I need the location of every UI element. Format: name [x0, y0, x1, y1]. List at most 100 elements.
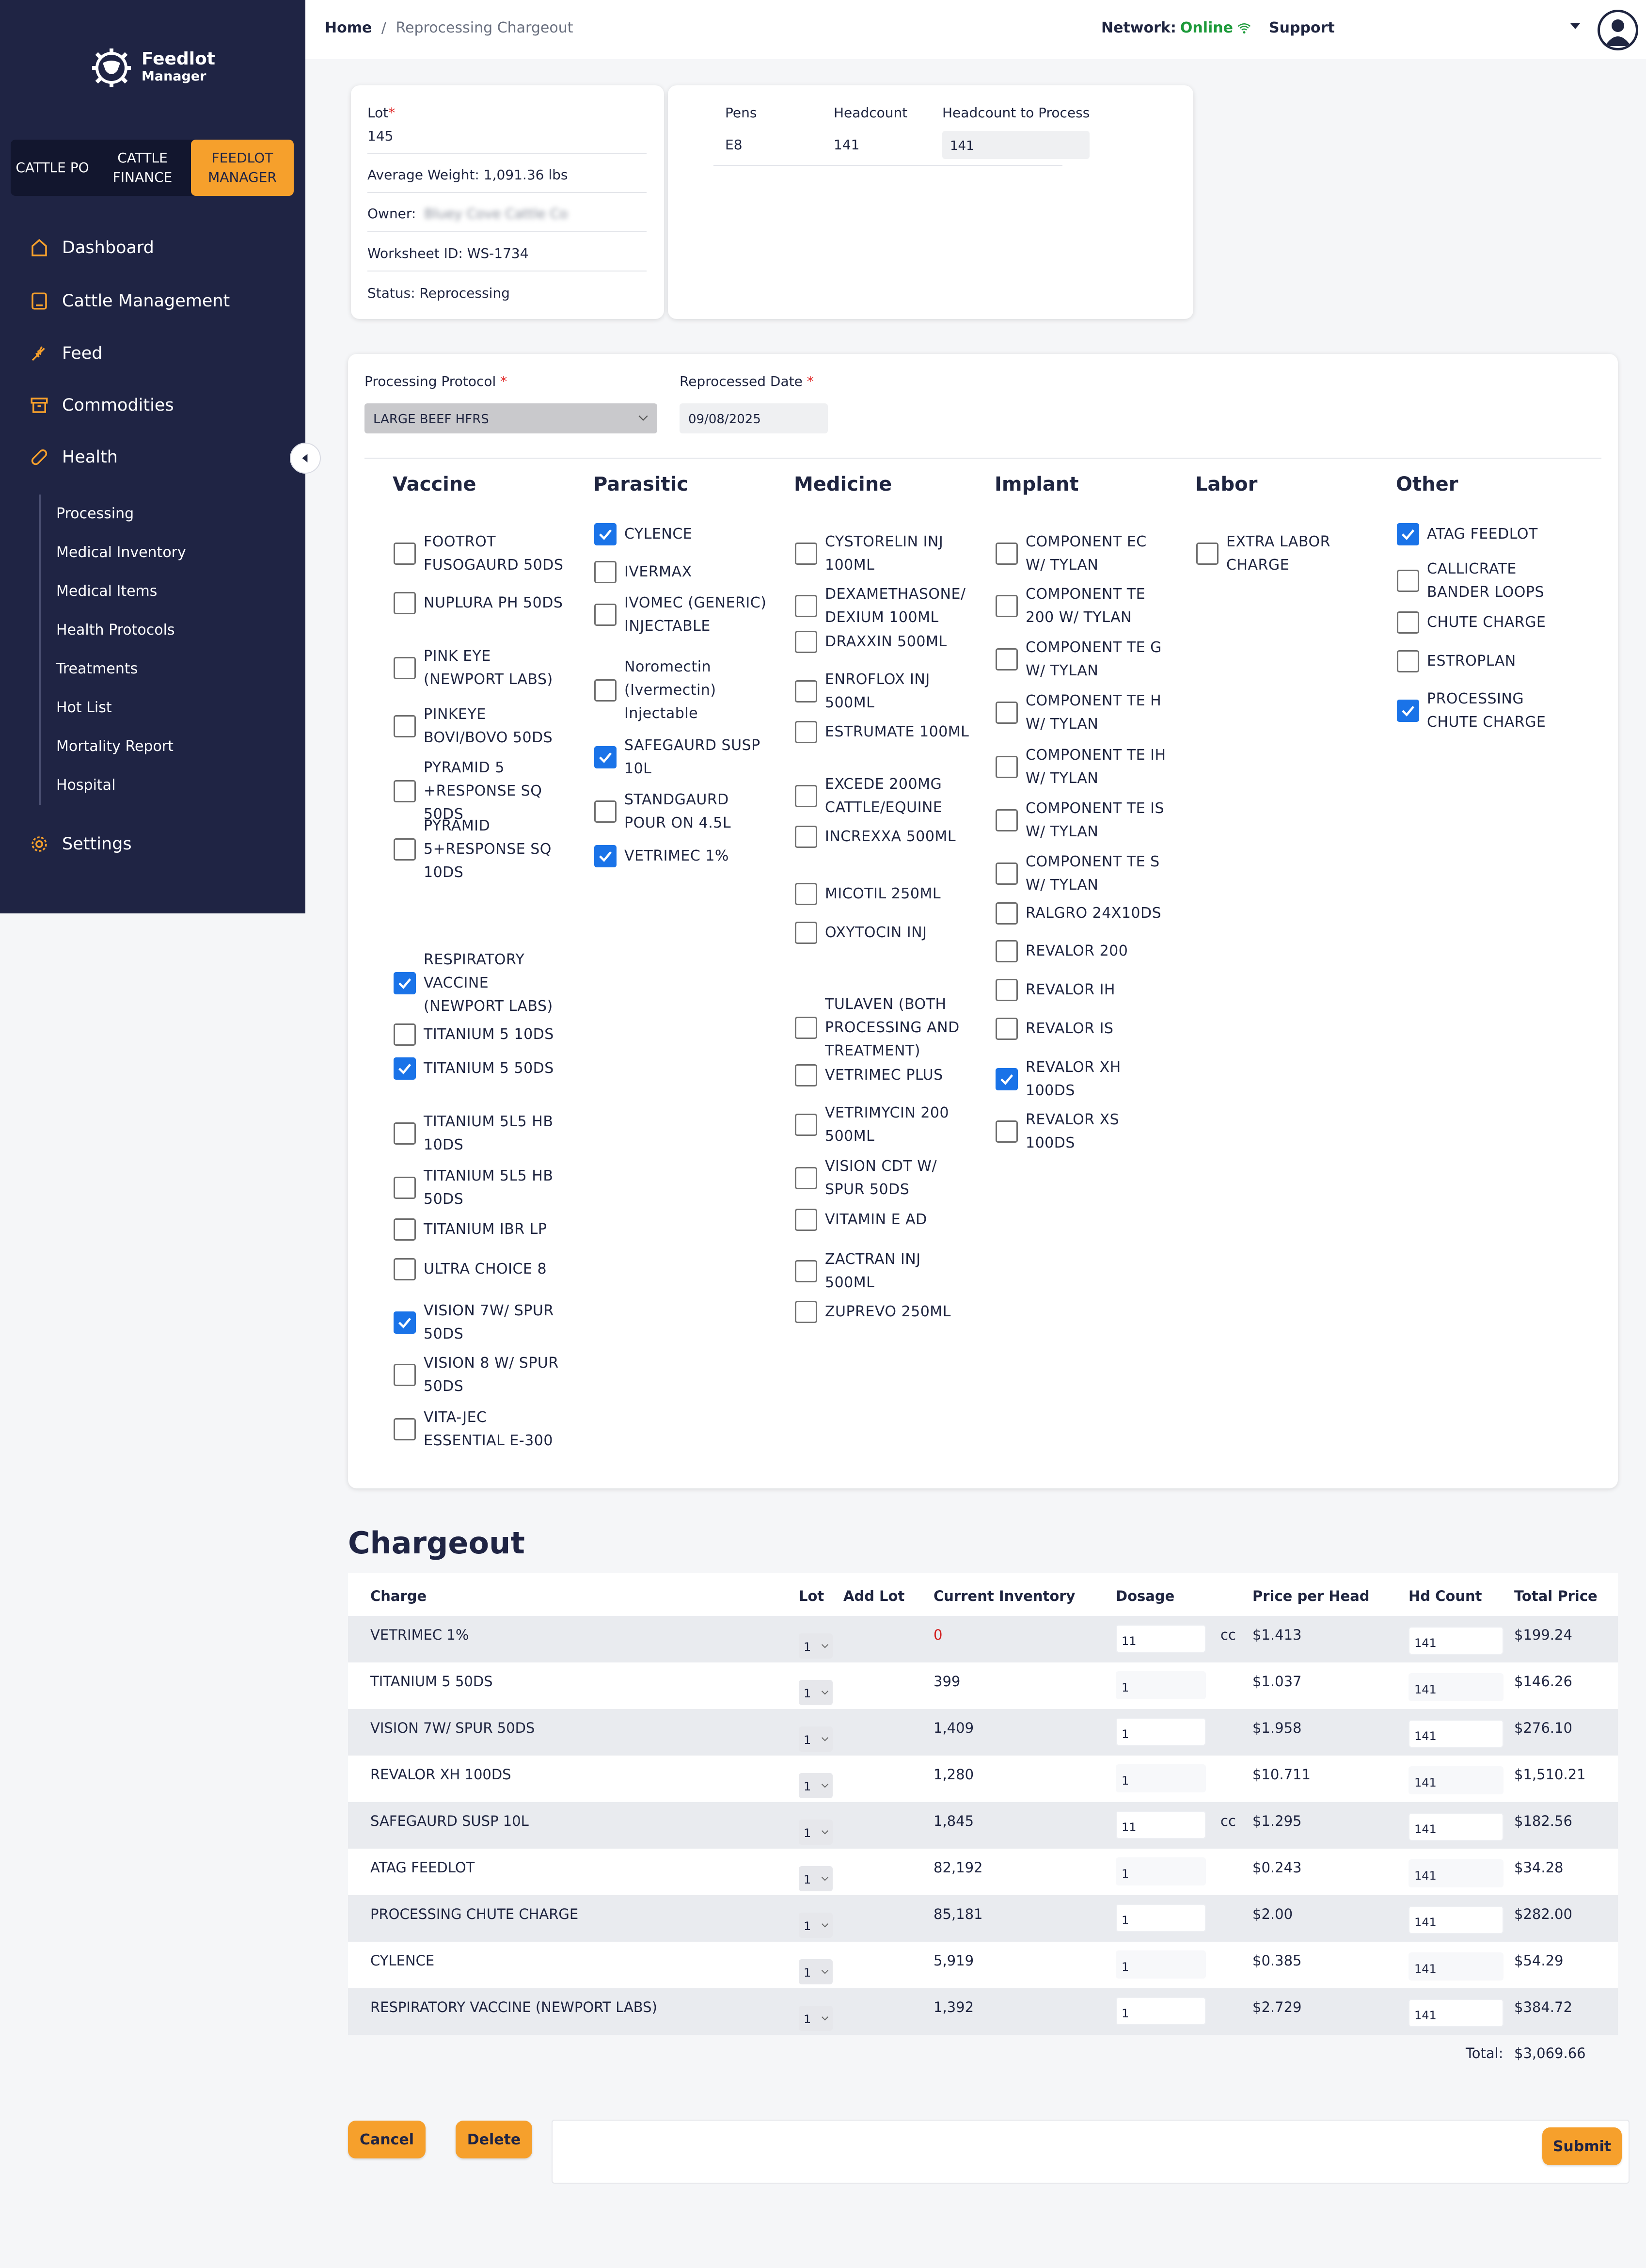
checkbox-unchecked[interactable] — [795, 1114, 817, 1136]
checkbox-option-vaccine[interactable]: TITANIUM IBR LP — [394, 1218, 573, 1241]
checkbox-unchecked[interactable] — [795, 922, 817, 944]
checkbox-unchecked[interactable] — [996, 648, 1018, 671]
checkbox-unchecked[interactable] — [394, 780, 416, 802]
checkbox-option-parasitic[interactable]: SAFEGAURD SUSP 10L — [594, 734, 774, 781]
checkbox-option-implant[interactable]: REVALOR XS 100DS — [996, 1108, 1175, 1155]
reprocessed-date-input[interactable]: 09/08/2025 — [680, 403, 828, 433]
support-link[interactable]: Support — [1269, 19, 1335, 36]
checkbox-unchecked[interactable] — [795, 826, 817, 848]
checkbox-unchecked[interactable] — [594, 561, 617, 583]
sidebar-collapse-button[interactable] — [290, 443, 321, 474]
dosage-input[interactable]: 1 — [1116, 1857, 1206, 1885]
hd-count-input[interactable]: 141 — [1409, 1673, 1504, 1701]
checkbox-option-medicine[interactable]: VETRIMYCIN 200 500ML — [795, 1102, 974, 1148]
checkbox-unchecked[interactable] — [996, 702, 1018, 724]
lot-select[interactable]: 1 — [799, 1680, 833, 1705]
checkbox-option-parasitic[interactable]: Noromectin (Ivermectin) Injectable — [594, 655, 774, 725]
checkbox-option-medicine[interactable]: OXYTOCIN INJ — [795, 921, 974, 944]
checkbox-option-other[interactable]: CALLICRATE BANDER LOOPS — [1397, 558, 1576, 604]
checkbox-option-parasitic[interactable]: CYLENCE — [594, 523, 774, 546]
checkbox-option-vaccine[interactable]: RESPIRATORY VACCINE (NEWPORT LABS) — [394, 948, 573, 1018]
checkbox-option-vaccine[interactable]: PINK EYE (NEWPORT LABS) — [394, 645, 573, 691]
checkbox-unchecked[interactable] — [594, 800, 617, 823]
checkbox-option-medicine[interactable]: CYSTORELIN INJ 100ML — [795, 530, 974, 577]
checkbox-option-implant[interactable]: COMPONENT TE 200 W/ TYLAN — [996, 583, 1175, 629]
checkbox-unchecked[interactable] — [996, 979, 1018, 1001]
checkbox-option-medicine[interactable]: ZUPREVO 250ML — [795, 1300, 974, 1324]
account-dropdown-caret-icon[interactable] — [1570, 23, 1580, 29]
checkbox-unchecked[interactable] — [996, 1018, 1018, 1040]
checkbox-option-implant[interactable]: COMPONENT TE IH W/ TYLAN — [996, 744, 1175, 790]
checkbox-unchecked[interactable] — [394, 1364, 416, 1386]
checkbox-unchecked[interactable] — [795, 1260, 817, 1282]
checkbox-option-medicine[interactable]: ENROFLOX INJ 500ML — [795, 668, 974, 715]
checkbox-option-medicine[interactable]: ZACTRAN INJ 500ML — [795, 1248, 974, 1294]
checkbox-option-vaccine[interactable]: TITANIUM 5 50DS — [394, 1057, 573, 1080]
checkbox-unchecked[interactable] — [394, 543, 416, 565]
checkbox-unchecked[interactable] — [996, 756, 1018, 778]
checkbox-option-implant[interactable]: REVALOR 200 — [996, 940, 1175, 963]
checkbox-unchecked[interactable] — [394, 715, 416, 737]
checkbox-unchecked[interactable] — [594, 679, 617, 702]
checkbox-option-vaccine[interactable]: VISION 8 W/ SPUR 50DS — [394, 1352, 573, 1398]
hd-count-input[interactable]: 141 — [1409, 1952, 1504, 1981]
nav-commodities[interactable]: Commodities — [29, 395, 174, 415]
checkbox-option-other[interactable]: PROCESSING CHUTE CHARGE — [1397, 687, 1576, 734]
dosage-input[interactable]: 1 — [1116, 1950, 1206, 1979]
hd-count-input[interactable]: 141 — [1409, 1859, 1504, 1887]
nav-cattle-management[interactable]: Cattle Management — [29, 291, 230, 311]
checkbox-unchecked[interactable] — [795, 1064, 817, 1086]
dosage-input[interactable]: 11 — [1116, 1811, 1206, 1839]
checkbox-unchecked[interactable] — [996, 543, 1018, 565]
checkbox-unchecked[interactable] — [795, 721, 817, 743]
nav-dashboard[interactable]: Dashboard — [29, 238, 154, 258]
checkbox-unchecked[interactable] — [795, 1017, 817, 1039]
lot-select[interactable]: 1 — [799, 1866, 833, 1891]
checkbox-unchecked[interactable] — [594, 604, 617, 626]
checkbox-unchecked[interactable] — [795, 1167, 817, 1189]
checkbox-unchecked[interactable] — [795, 543, 817, 565]
checkbox-option-implant[interactable]: COMPONENT TE S W/ TYLAN — [996, 850, 1175, 897]
checkbox-option-vaccine[interactable]: VITA-JEC ESSENTIAL E-300 — [394, 1406, 573, 1453]
subnav-medical-inventory[interactable]: Medical Inventory — [56, 533, 186, 572]
checkbox-option-implant[interactable]: RALGRO 24X10DS — [996, 902, 1175, 925]
checkbox-checked[interactable] — [394, 972, 416, 994]
dosage-input[interactable]: 11 — [1116, 1625, 1206, 1653]
checkbox-unchecked[interactable] — [795, 785, 817, 807]
checkbox-option-medicine[interactable]: VITAMIN E AD — [795, 1208, 974, 1231]
checkbox-unchecked[interactable] — [996, 1120, 1018, 1143]
hd-count-input[interactable]: 141 — [1409, 1627, 1504, 1655]
checkbox-unchecked[interactable] — [795, 883, 817, 905]
app-feedlot-manager[interactable]: FEEDLOT MANAGER — [191, 140, 294, 196]
protocol-select[interactable]: LARGE BEEF HFRS — [364, 403, 657, 433]
checkbox-option-vaccine[interactable]: PYRAMID 5+RESPONSE SQ 10DS — [394, 815, 573, 884]
checkbox-option-implant[interactable]: COMPONENT EC W/ TYLAN — [996, 530, 1175, 577]
user-avatar-icon[interactable] — [1598, 10, 1638, 50]
checkbox-checked[interactable] — [1397, 700, 1419, 722]
checkbox-option-vaccine[interactable]: NUPLURA PH 50DS — [394, 591, 573, 615]
hd-count-input[interactable]: 141 — [1409, 1766, 1504, 1794]
hd-count-input[interactable]: 141 — [1409, 1813, 1504, 1841]
checkbox-option-implant[interactable]: COMPONENT TE IS W/ TYLAN — [996, 797, 1175, 844]
checkbox-unchecked[interactable] — [795, 631, 817, 653]
checkbox-unchecked[interactable] — [394, 1122, 416, 1145]
subnav-treatments[interactable]: Treatments — [56, 650, 186, 688]
hd-count-input[interactable]: 141 — [1409, 1906, 1504, 1934]
lot-select[interactable]: 1 — [799, 1726, 833, 1752]
app-cattle-po[interactable]: CATTLE PO — [11, 140, 94, 196]
checkbox-option-medicine[interactable]: ESTRUMATE 100ML — [795, 720, 974, 744]
checkbox-unchecked[interactable] — [394, 1418, 416, 1440]
breadcrumb-home[interactable]: Home — [325, 19, 372, 36]
checkbox-option-parasitic[interactable]: STANDGAURD POUR ON 4.5L — [594, 788, 774, 835]
lot-select[interactable]: 1 — [799, 1773, 833, 1798]
checkbox-option-medicine[interactable]: INCREXXA 500ML — [795, 825, 974, 848]
checkbox-unchecked[interactable] — [996, 595, 1018, 617]
checkbox-checked[interactable] — [1397, 523, 1419, 545]
checkbox-checked[interactable] — [394, 1311, 416, 1334]
checkbox-option-implant[interactable]: COMPONENT TE H W/ TYLAN — [996, 689, 1175, 736]
dosage-input[interactable]: 1 — [1116, 1904, 1206, 1932]
nav-settings[interactable]: Settings — [29, 834, 132, 854]
dosage-input[interactable]: 1 — [1116, 1764, 1206, 1792]
checkbox-unchecked[interactable] — [1196, 543, 1219, 565]
subnav-hospital[interactable]: Hospital — [56, 766, 186, 805]
